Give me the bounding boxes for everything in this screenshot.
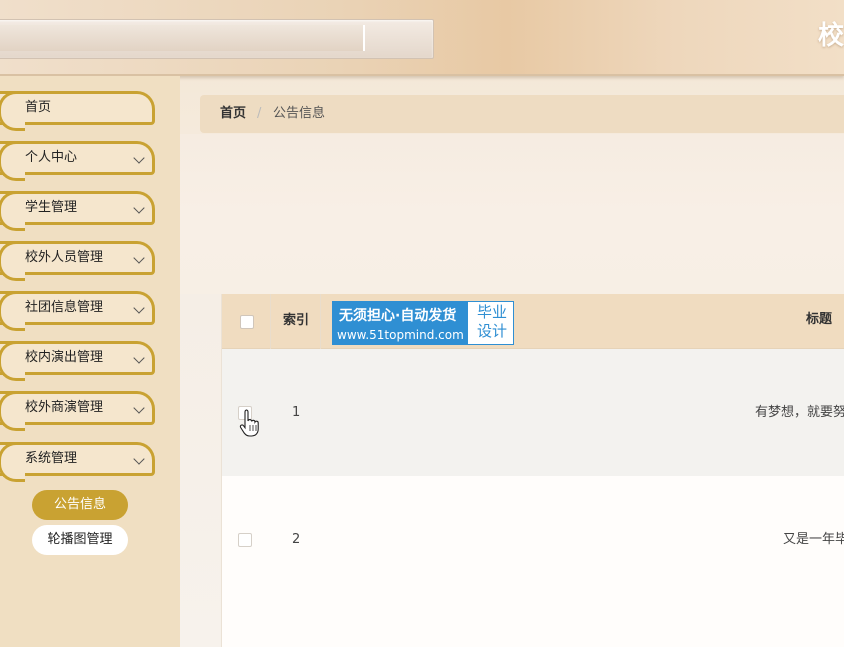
- chevron-down-icon: [133, 302, 145, 314]
- hand-cursor-icon: [239, 409, 259, 437]
- sidebar-item-system-management[interactable]: 系统管理: [0, 442, 155, 482]
- chevron-down-icon: [133, 402, 145, 414]
- watermark-right-bottom: 设计: [476, 322, 507, 340]
- submenu-item-announcements[interactable]: 公告信息: [32, 490, 128, 520]
- sidebar-item-personal-center[interactable]: 个人中心: [0, 141, 155, 181]
- system-title: 校: [817, 21, 844, 51]
- header-search-input[interactable]: [0, 25, 365, 51]
- watermark-right-top: 毕业: [476, 303, 507, 321]
- table-header: 索引 无须担心·自动发货 www.51topmind.com 毕业 设计 标题: [222, 294, 844, 349]
- breadcrumb-current: 公告信息: [273, 106, 326, 121]
- table-row[interactable]: 2 又是一年毕: [222, 476, 844, 604]
- header-search-bar[interactable]: [0, 19, 434, 59]
- chevron-down-icon: [133, 152, 145, 164]
- row-checkbox[interactable]: [238, 533, 252, 547]
- table-row[interactable]: 1 有梦想，就要努: [222, 349, 844, 477]
- row-title[interactable]: 又是一年毕: [783, 476, 844, 603]
- chevron-down-icon: [133, 252, 145, 264]
- watermark-badge: 无须担心·自动发货 www.51topmind.com 毕业 设计: [332, 301, 514, 345]
- sidebar: 首页 个人中心 学生管理 校外人员管理 社团信息管理 校内演出管理 校外商演管理…: [0, 76, 180, 647]
- submenu-item-carousel[interactable]: 轮播图管理: [32, 525, 128, 555]
- sidebar-item-label: 校内演出管理: [25, 350, 104, 365]
- chevron-down-icon: [133, 202, 145, 214]
- watermark-text: 无须担心·自动发货: [339, 308, 457, 324]
- table-row[interactable]: [222, 603, 844, 647]
- sidebar-item-external-commercial[interactable]: 校外商演管理: [0, 391, 155, 431]
- select-all-checkbox[interactable]: [240, 315, 254, 329]
- row-title[interactable]: 有梦想，就要努: [755, 349, 844, 476]
- row-index: 2: [292, 532, 301, 547]
- watermark-right: 毕业 设计: [471, 303, 513, 341]
- row-index: 1: [292, 405, 301, 420]
- sidebar-item-label: 社团信息管理: [25, 300, 104, 315]
- sidebar-item-home[interactable]: 首页: [0, 91, 155, 131]
- chevron-down-icon: [133, 453, 145, 465]
- breadcrumb-separator: /: [257, 106, 262, 121]
- content-margin: [180, 294, 220, 647]
- sidebar-item-label: 校外人员管理: [25, 250, 104, 265]
- breadcrumb: 首页 / 公告信息: [200, 95, 844, 133]
- column-header-index: 索引: [283, 313, 310, 328]
- sidebar-item-label: 首页: [25, 100, 52, 115]
- sidebar-item-campus-performance[interactable]: 校内演出管理: [0, 341, 155, 381]
- sidebar-item-student-management[interactable]: 学生管理: [0, 191, 155, 231]
- sidebar-item-label: 系统管理: [25, 451, 78, 466]
- sidebar-item-external-staff[interactable]: 校外人员管理: [0, 241, 155, 281]
- column-header-title: 标题: [806, 312, 833, 327]
- sidebar-item-label: 学生管理: [25, 200, 78, 215]
- watermark-left: 无须担心·自动发货 www.51topmind.com: [333, 302, 468, 344]
- watermark-url: www.51topmind.com: [337, 328, 464, 342]
- chevron-down-icon: [133, 352, 145, 364]
- sidebar-item-label: 个人中心: [25, 150, 78, 165]
- content-backdrop: [180, 134, 844, 294]
- sidebar-item-club-info[interactable]: 社团信息管理: [0, 291, 155, 331]
- sidebar-item-label: 校外商演管理: [25, 400, 104, 415]
- breadcrumb-home-link[interactable]: 首页: [220, 95, 246, 133]
- announcement-table: 索引 无须担心·自动发货 www.51topmind.com 毕业 设计 标题 …: [221, 294, 844, 647]
- top-header: 校: [0, 0, 844, 76]
